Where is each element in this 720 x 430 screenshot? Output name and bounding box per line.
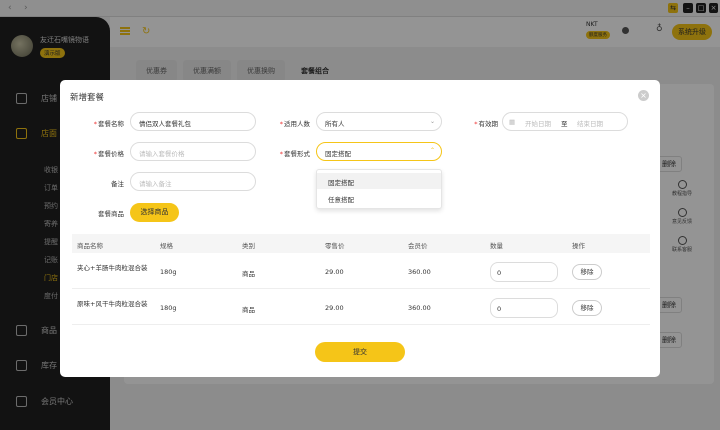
end-date-input[interactable]: 结束日期 (577, 118, 603, 128)
qty-input[interactable]: 0 (490, 262, 558, 282)
col-retail: 零售价 (325, 242, 345, 250)
dropdown-option-any[interactable]: 任意搭配 (317, 190, 441, 206)
remove-button[interactable]: 移除 (572, 300, 602, 316)
calendar-icon: ▦ (509, 118, 516, 126)
close-icon[interactable]: × (638, 90, 649, 101)
table-row: 夹心+羊肠牛肉粒混合装 180g 商品 29.00 360.00 0 移除 (72, 254, 650, 289)
combo-form-dropdown: 固定搭配 任意搭配 (316, 169, 442, 209)
cell-retail: 29.00 (325, 304, 344, 312)
col-category: 类别 (242, 242, 255, 250)
col-member: 会员价 (408, 242, 428, 250)
table-header: 商品名称 规格 类别 零售价 会员价 数量 操作 (72, 234, 650, 253)
valid-label: *有效期 (474, 120, 498, 128)
form-label: *套餐形式 (279, 150, 310, 158)
name-label: *套餐名称 (93, 120, 124, 128)
cell-spec: 180g (160, 304, 177, 312)
remark-label: 备注 (111, 180, 124, 188)
remove-button[interactable]: 移除 (572, 264, 602, 280)
submit-button[interactable]: 提交 (315, 342, 405, 362)
date-separator: 至 (561, 120, 568, 128)
cell-category: 商品 (242, 270, 255, 278)
combo-price-input[interactable]: 请输入套餐价格 (130, 142, 256, 161)
table-row: 原味+风干牛肉粒混合装 180g 商品 29.00 360.00 0 移除 (72, 290, 650, 325)
cell-member: 360.00 (408, 304, 431, 312)
cell-member: 360.00 (408, 268, 431, 276)
cell-name: 原味+风干牛肉粒混合装 (77, 300, 148, 308)
col-action: 操作 (572, 242, 585, 250)
date-range-picker[interactable]: ▦ 开始日期 至 结束日期 (502, 112, 628, 131)
combo-form-select[interactable]: 固定搭配 (316, 142, 442, 161)
dialog-title: 新增套餐 (70, 93, 105, 103)
cell-spec: 180g (160, 268, 177, 276)
col-qty: 数量 (490, 242, 503, 250)
col-name: 商品名称 (77, 242, 103, 250)
add-combo-dialog: 新增套餐 × *套餐名称 情侣双人套餐礼包 *适用人数 所有人 ⌄ *有效期 ▦… (60, 80, 660, 377)
chevron-down-icon: ⌄ (430, 118, 436, 125)
cell-retail: 29.00 (325, 268, 344, 276)
people-label: *适用人数 (279, 120, 310, 128)
select-goods-button[interactable]: 选择商品 (130, 203, 179, 222)
qty-input[interactable]: 0 (490, 298, 558, 318)
cell-category: 商品 (242, 306, 255, 314)
dropdown-option-fixed[interactable]: 固定搭配 (317, 173, 441, 189)
cell-name: 夹心+羊肠牛肉粒混合装 (77, 264, 148, 272)
goods-label: 套餐商品 (98, 210, 124, 218)
people-select[interactable]: 所有人 (316, 112, 442, 131)
start-date-input[interactable]: 开始日期 (525, 118, 551, 128)
chevron-up-icon: ⌃ (430, 147, 436, 154)
combo-name-input[interactable]: 情侣双人套餐礼包 (130, 112, 256, 131)
col-spec: 规格 (160, 242, 173, 250)
remark-input[interactable]: 请输入备注 (130, 172, 256, 191)
price-label: *套餐价格 (93, 150, 124, 158)
